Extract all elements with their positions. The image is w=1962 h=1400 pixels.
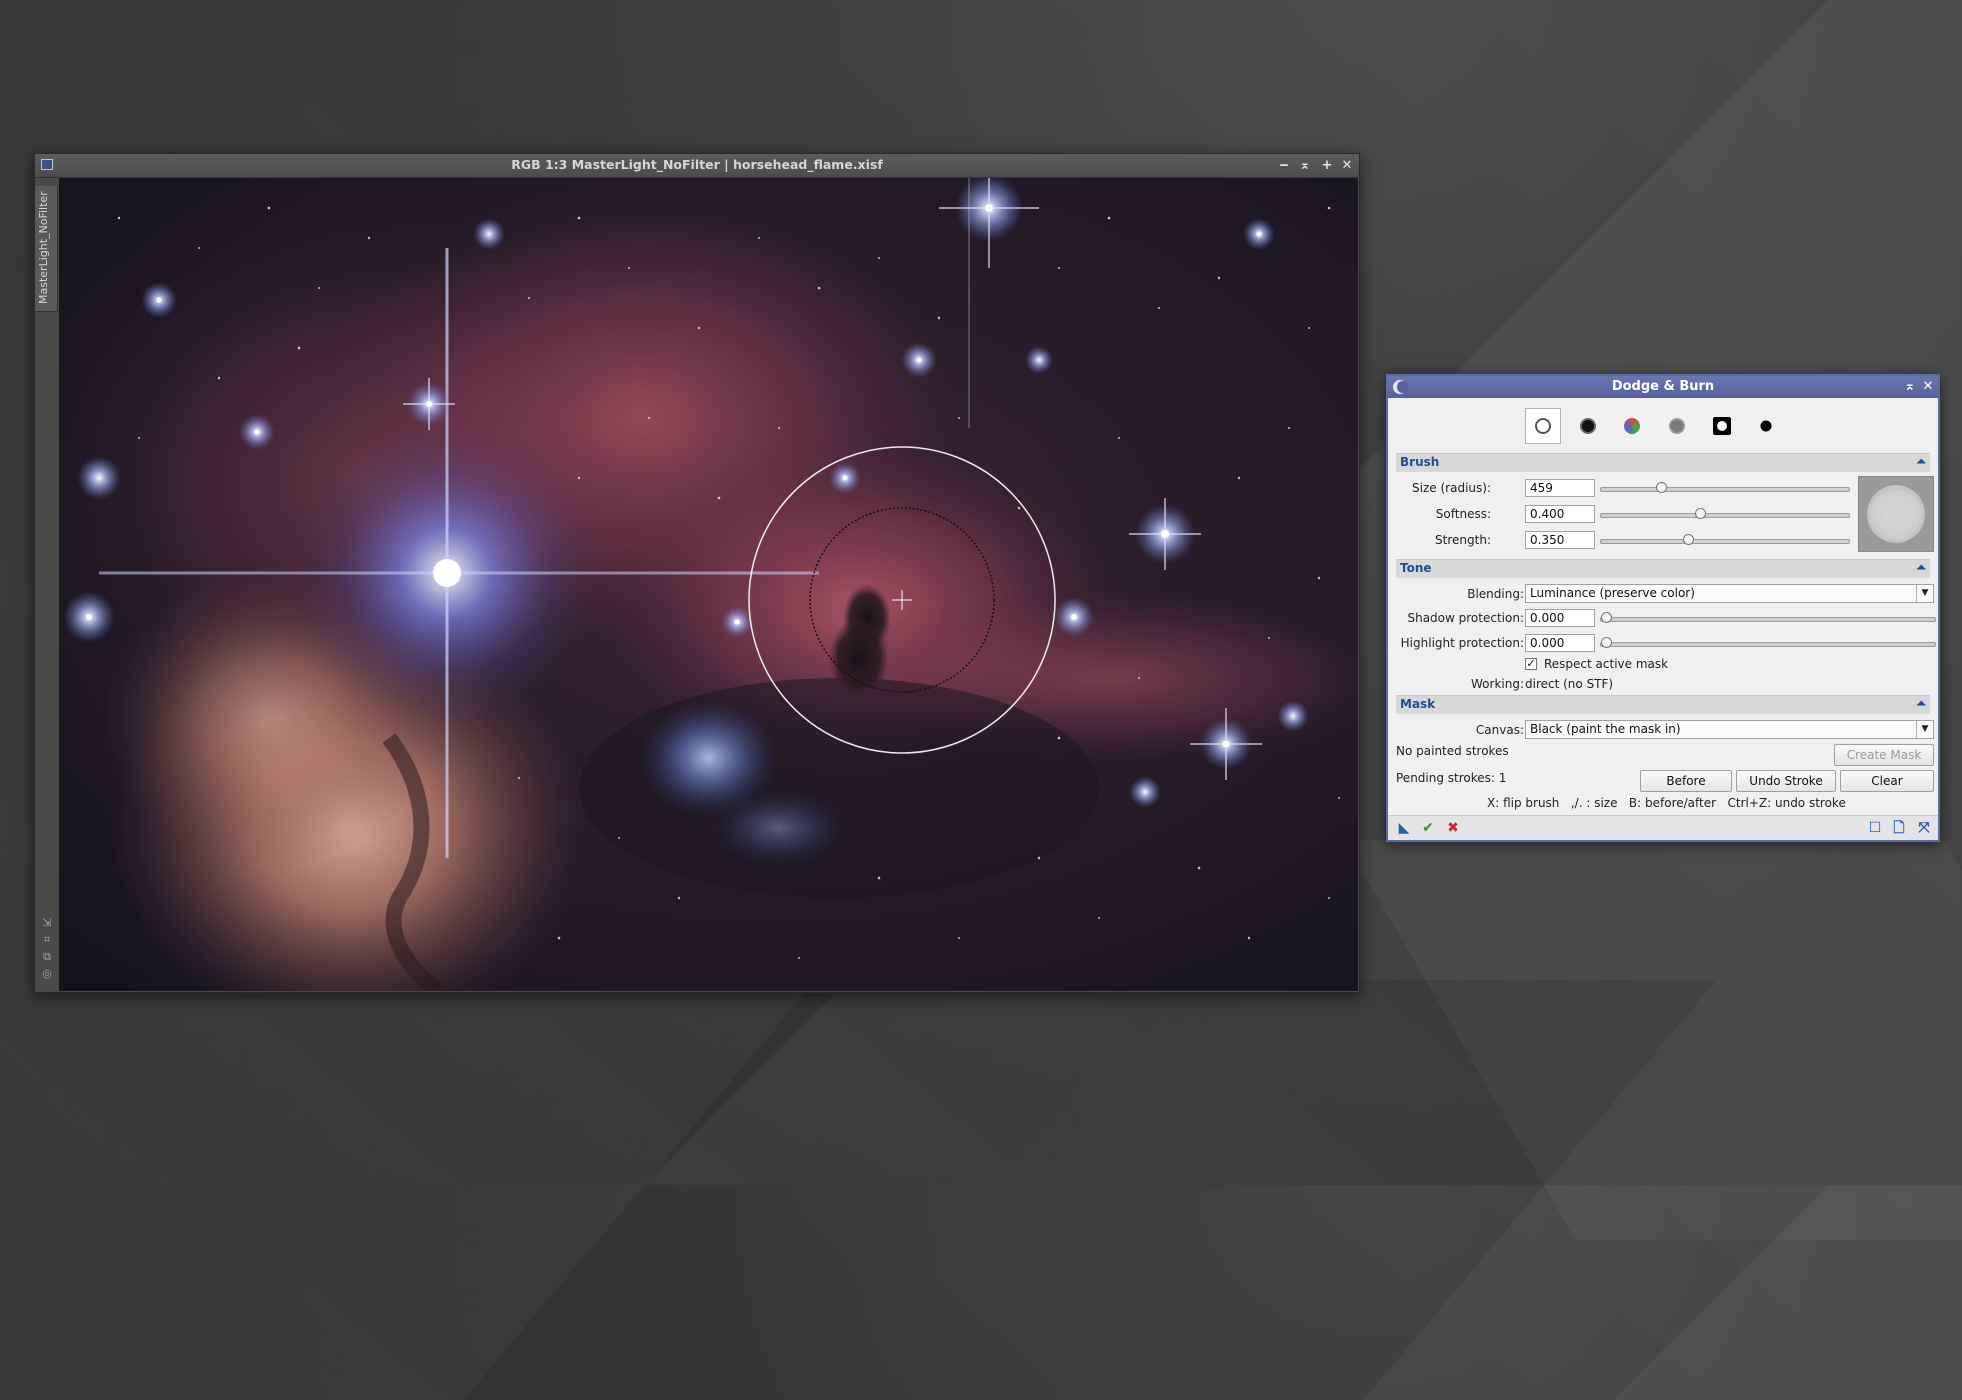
minimize-button[interactable]: ‒: [1275, 157, 1293, 174]
view-identifier-tab[interactable]: MasterLight_NoFilter: [35, 186, 58, 312]
before-button[interactable]: Before: [1640, 770, 1732, 792]
panel-title: Dodge & Burn: [1611, 379, 1715, 394]
desaturate-icon: [1669, 418, 1685, 434]
size-label: Size (radius):: [1412, 481, 1491, 495]
mask-paint-dot: [1717, 421, 1727, 431]
maximize-button[interactable]: +: [1318, 157, 1336, 174]
blending-combo[interactable]: Luminance (preserve color) ▼: [1525, 584, 1934, 603]
respect-mask-label: Respect active mask: [1544, 657, 1669, 671]
canvas-label: Canvas:: [1475, 723, 1524, 737]
canvas-combo[interactable]: Black (paint the mask in) ▼: [1525, 720, 1934, 739]
working-label: Working:: [1471, 677, 1524, 691]
moon-icon[interactable]: [1393, 380, 1408, 394]
image-viewport[interactable]: [59, 178, 1358, 991]
burn-icon: [1580, 418, 1596, 434]
mode-selector: [1388, 408, 1938, 448]
close-panel-button[interactable]: ✕: [1920, 378, 1936, 396]
strength-slider-thumb[interactable]: [1682, 534, 1694, 545]
softness-label: Softness:: [1435, 507, 1491, 521]
highlight-protection-label: Highlight protection:: [1400, 636, 1524, 650]
new-instance-icon[interactable]: ◣: [1396, 820, 1412, 836]
shadow-slider-thumb[interactable]: [1601, 612, 1612, 623]
create-mask-button[interactable]: Create Mask: [1834, 744, 1934, 766]
highlight-slider-thumb[interactable]: [1601, 637, 1612, 648]
crop-icon[interactable]: ⌗: [41, 934, 53, 946]
softness-slider-thumb[interactable]: [1695, 508, 1707, 519]
burn-mode-button[interactable]: [1570, 408, 1606, 444]
brush-header-label: Brush: [1400, 455, 1440, 469]
preferences-icon[interactable]: ☐: [1867, 820, 1883, 836]
image-window-title: RGB 1:3 MasterLight_NoFilter | horsehead…: [511, 157, 883, 172]
size-slider[interactable]: [1600, 482, 1850, 493]
collapse-icon[interactable]: ⏶: [1916, 454, 1926, 469]
shade-panel-button[interactable]: ⌅: [1902, 378, 1918, 396]
saturation-mode-button[interactable]: [1614, 408, 1650, 444]
close-button[interactable]: ✕: [1338, 157, 1356, 174]
softness-field[interactable]: 0.400: [1525, 505, 1595, 523]
highlight-protection-field[interactable]: 0.000: [1525, 634, 1595, 652]
softness-slider[interactable]: [1600, 508, 1850, 519]
mask-status: No painted strokes: [1396, 744, 1509, 758]
clear-button[interactable]: Clear: [1840, 770, 1934, 792]
strength-field[interactable]: 0.350: [1525, 531, 1595, 549]
apply-icon[interactable]: ✔: [1420, 820, 1436, 836]
brush-section-header[interactable]: Brush ⏶: [1396, 453, 1930, 472]
shade-button[interactable]: ⌅: [1296, 157, 1314, 174]
blending-label: Blending:: [1467, 587, 1524, 601]
chevron-down-icon: ▼: [1916, 721, 1933, 738]
respect-mask-checkbox[interactable]: ✓: [1525, 658, 1537, 670]
panel-bottom-bar: ◣ ✔ ✖ ☐ 🗋 ⤧: [1388, 815, 1938, 840]
mask-paint-mode-button[interactable]: [1704, 408, 1740, 444]
brush-preview: [1858, 476, 1934, 552]
reset-icon[interactable]: ⤧: [1916, 820, 1932, 836]
dodge-icon: [1535, 418, 1551, 434]
shadow-protection-field[interactable]: 0.000: [1525, 609, 1595, 627]
zoom-fit-icon[interactable]: ⇲: [41, 917, 53, 929]
strength-slider[interactable]: [1600, 534, 1850, 545]
image-window-titlebar[interactable]: RGB 1:3 MasterLight_NoFilter | horsehead…: [35, 154, 1359, 178]
settings-icon[interactable]: ◎: [41, 968, 53, 980]
tone-header-label: Tone: [1400, 561, 1432, 575]
shadow-protection-slider[interactable]: [1600, 612, 1936, 623]
clone-view-icon[interactable]: ⧉: [41, 951, 53, 963]
mask-erase-icon: [1760, 420, 1772, 432]
size-slider-thumb[interactable]: [1655, 482, 1667, 493]
tone-section-header[interactable]: Tone ⏶: [1396, 559, 1930, 578]
size-field[interactable]: 459: [1525, 479, 1595, 497]
brush-preview-dot: [1867, 485, 1925, 543]
chevron-down-icon: ▼: [1916, 585, 1933, 602]
saturation-icon: [1624, 418, 1640, 434]
undo-stroke-button[interactable]: Undo Stroke: [1736, 770, 1836, 792]
blending-value: Luminance (preserve color): [1530, 586, 1695, 600]
highlight-protection-slider[interactable]: [1600, 637, 1936, 648]
image-window[interactable]: RGB 1:3 MasterLight_NoFilter | horsehead…: [34, 153, 1360, 993]
working-value: direct (no STF): [1525, 677, 1614, 691]
view-identifier-label: MasterLight_NoFilter: [37, 191, 50, 304]
canvas-value: Black (paint the mask in): [1530, 722, 1681, 736]
astro-image[interactable]: [59, 178, 1358, 991]
collapse-icon[interactable]: ⏶: [1916, 560, 1926, 575]
strength-label: Strength:: [1435, 533, 1491, 547]
dodge-mode-button[interactable]: [1525, 408, 1561, 444]
dodge-burn-panel[interactable]: Dodge & Burn ⌅ ✕ Brush ⏶ Size (radius): …: [1386, 374, 1940, 842]
collapse-icon[interactable]: ⏶: [1916, 696, 1926, 711]
document-icon[interactable]: 🗋: [1891, 820, 1907, 836]
pending-strokes: Pending strokes: 1: [1396, 771, 1507, 785]
desaturate-mode-button[interactable]: [1659, 408, 1695, 444]
mask-section-header[interactable]: Mask ⏶: [1396, 695, 1930, 714]
shadow-protection-label: Shadow protection:: [1407, 611, 1524, 625]
panel-titlebar[interactable]: Dodge & Burn: [1388, 376, 1938, 398]
mask-erase-mode-button[interactable]: [1748, 408, 1784, 444]
cancel-icon[interactable]: ✖: [1445, 820, 1461, 836]
keyboard-hint: X: flip brush ,/. : size B: before/after…: [1487, 796, 1846, 810]
mask-header-label: Mask: [1400, 697, 1436, 711]
